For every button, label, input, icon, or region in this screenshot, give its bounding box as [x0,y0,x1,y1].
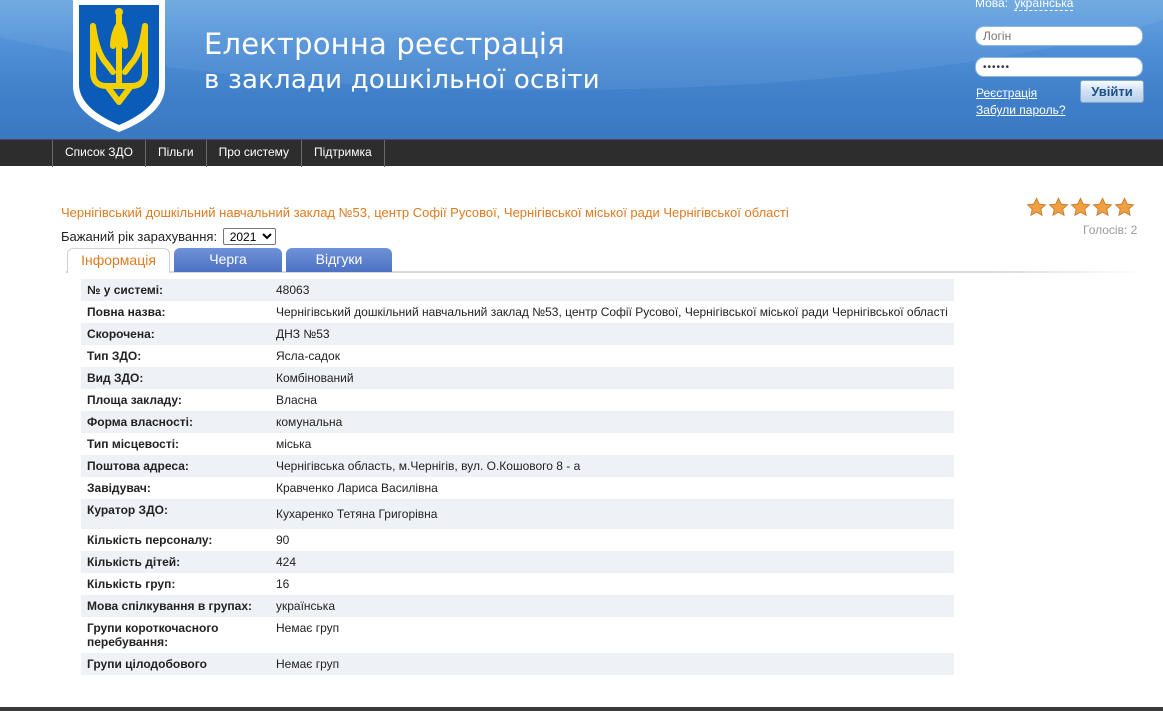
table-row: № у системі: 48063 [81,279,954,301]
star-icon[interactable] [1114,197,1135,218]
table-row: Завідувач: Кравченко Лариса Василівна [81,477,954,499]
enrollment-year-label: Бажаний рік зарахування: [61,229,218,244]
field-value: українська [270,595,954,617]
field-value: 90 [276,533,290,547]
window-bottom-edge [0,707,1163,711]
field-label: Площа закладу: [87,393,182,407]
rating-stars[interactable] [1026,197,1135,218]
field-value: Немає груп [270,653,954,675]
field-label: Куратор ЗДО: [81,499,270,529]
table-row: Куратор ЗДО: Кухаренко Тетяна Григорівна [81,499,954,529]
table-row: Групи цілодобового Немає груп [81,653,954,675]
site-title: Електронна реєстрація в заклади дошкільн… [204,26,600,98]
enrollment-year-row: Бажаний рік зарахування: 2021 [61,228,276,245]
site-header: Електронна реєстрація в заклади дошкільн… [0,0,1163,139]
table-row: Тип ЗДО: Ясла-садок [81,345,954,367]
institution-info-table: № у системі: 48063 Повна назва: Чернігівсь… [81,279,954,675]
forgot-password-link[interactable]: Забули пароль? [976,103,1066,117]
field-value: Кухаренко Тетяна Григорівна [270,499,954,529]
nav-menu: Список ЗДО Пільги Про систему Підтримка [52,140,385,167]
institution-title: Чернігівський дошкільний навчальний закл… [61,205,789,220]
table-row: Групи короткочасного перебування: Немає г… [81,617,954,653]
table-row: Площа закладу: Власна [81,389,954,411]
field-value: міська [276,437,312,451]
tab-queue[interactable]: Черга [174,248,282,272]
trident-coat-of-arms-icon[interactable] [67,0,171,134]
star-icon[interactable] [1026,197,1047,218]
field-value: Ясла-садок [276,349,340,363]
field-value: Комбінований [270,367,954,389]
field-value: Немає груп [276,621,340,635]
login-input[interactable] [975,26,1143,46]
field-value: Чернігівська область, м.Чернігів, вул. О… [270,455,954,477]
login-button[interactable]: Увійти [1080,80,1144,103]
star-icon[interactable] [1048,197,1069,218]
field-label: Кількість дітей: [81,551,270,573]
star-icon[interactable] [1070,197,1091,218]
nav-item-kindergarten-list[interactable]: Список ЗДО [52,140,145,167]
field-value: ДНЗ №53 [270,323,954,345]
table-row: Форма власності: комунальна [81,411,954,433]
field-label: Кількість персоналу: [87,533,213,547]
field-value: 424 [270,551,954,573]
field-label: Групи цілодобового [81,653,270,675]
site-title-line1: Електронна реєстрація [204,27,565,61]
table-row: Кількість груп: 16 [81,573,954,595]
nav-item-support[interactable]: Підтримка [301,140,385,167]
language-switcher: Мова: українська [975,0,1074,11]
field-value: Власна [276,393,317,407]
field-value: 16 [276,577,290,591]
field-value: Чернігівський дошкільний навчальний закл… [276,305,948,319]
votes-count: Голосів: 2 [1083,223,1138,237]
tab-information[interactable]: Інформація [67,248,170,273]
language-select-link[interactable]: українська [1014,0,1074,11]
table-row: Мова спілкування в групах: українська [81,595,954,617]
field-label: Мова спілкування в групах: [81,595,270,617]
star-icon[interactable] [1092,197,1113,218]
table-row: Поштова адреса: Чернігівська область, м.Ч… [81,455,954,477]
field-label: № у системі: [81,279,270,301]
enrollment-year-select[interactable]: 2021 [222,228,276,245]
tab-reviews[interactable]: Відгуки [286,248,392,272]
language-label: Мова: [975,0,1009,10]
register-link[interactable]: Реєстрація [976,86,1037,100]
nav-item-about-system[interactable]: Про систему [205,140,301,167]
table-row: Кількість дітей: 424 [81,551,954,573]
field-label: Поштова адреса: [81,455,270,477]
field-label: Повна назва: [87,305,166,319]
site-title-line2: в заклади дошкільної освіти [204,65,600,95]
field-label: Групи короткочасного перебування: [87,621,219,649]
table-row: Вид ЗДО: Комбінований [81,367,954,389]
table-row: Повна назва: Чернігівський дошкільний нав… [81,301,954,323]
field-value: комунальна [270,411,954,433]
table-row: Кількість персоналу: 90 [81,529,954,551]
field-label: Скорочена: [81,323,270,345]
password-input[interactable] [975,57,1143,77]
field-label: Форма власності: [81,411,270,433]
field-label: Тип ЗДО: [87,349,142,363]
field-value: 48063 [270,279,954,301]
table-row: Тип місцевості: міська [81,433,954,455]
main-navbar: Список ЗДО Пільги Про систему Підтримка [0,139,1163,167]
field-label: Завідувач: [87,481,151,495]
table-row: Скорочена: ДНЗ №53 [81,323,954,345]
field-label: Тип місцевості: [87,437,180,451]
field-label: Кількість груп: [87,577,176,591]
nav-item-benefits[interactable]: Пільги [144,140,206,167]
field-value: Кравченко Лариса Василівна [276,481,438,495]
field-label: Вид ЗДО: [81,367,270,389]
